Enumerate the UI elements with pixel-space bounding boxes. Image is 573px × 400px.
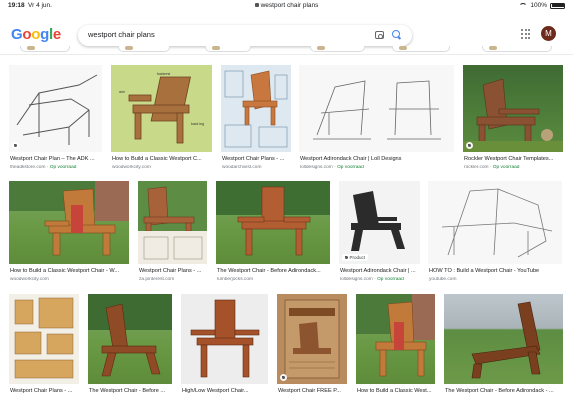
avatar[interactable]: M (541, 26, 556, 41)
result-source: lolldesigns.com · Op voorraad (340, 277, 404, 282)
filter-chip[interactable] (118, 46, 170, 52)
wifi-icon (519, 2, 528, 9)
filter-chip[interactable] (310, 46, 365, 52)
result-source: woodworkcity.com (10, 277, 49, 282)
result-image[interactable] (299, 65, 454, 152)
result-tile[interactable]: The Westport Chair - Before ... (88, 294, 172, 400)
battery-percent: 100% (530, 2, 547, 9)
result-tile[interactable]: Westport Chair Plan – The ADK ... theadk… (9, 65, 102, 177)
result-image[interactable] (88, 294, 172, 384)
result-tile[interactable]: High/Low Westport Chair... (181, 294, 268, 400)
result-tile[interactable]: Westport Chair Plans - ... (9, 294, 79, 400)
result-image[interactable] (463, 65, 563, 152)
result-source: za.pinterest.com (139, 277, 175, 282)
filter-chip[interactable] (20, 46, 70, 52)
result-caption[interactable]: Westport Chair Plans - ... (139, 268, 208, 274)
result-caption[interactable]: The Westport Chair - Before ... (89, 388, 173, 394)
result-source: theadkstore.com · Op voorraad (10, 165, 77, 170)
filter-chips (0, 46, 573, 54)
tag-icon (12, 142, 19, 149)
camera-icon[interactable] (375, 31, 384, 39)
result-tile[interactable]: Westport Adirondack Chair | Loll Designs… (299, 65, 454, 177)
result-image[interactable]: backrest arm back leg (111, 65, 212, 152)
apps-icon[interactable] (521, 29, 531, 39)
result-image[interactable] (277, 294, 347, 384)
result-tile[interactable]: How to Build a Classic Westport Chair - … (9, 181, 129, 291)
result-image[interactable] (9, 294, 79, 384)
result-caption[interactable]: Westport Adirondack Chair | Loll Designs (300, 156, 455, 162)
tag-icon (466, 142, 473, 149)
filter-chip[interactable] (482, 46, 552, 52)
google-logo[interactable]: Google (11, 26, 61, 43)
search-input[interactable]: westport chair plans (88, 30, 155, 39)
svg-text:arm: arm (119, 90, 125, 94)
result-source: lumberjocks.com (217, 277, 253, 282)
result-tile[interactable]: How to Build a Classic West... (356, 294, 435, 400)
result-source: youtube.com (429, 277, 457, 282)
result-image[interactable] (356, 294, 435, 384)
result-caption[interactable]: Rockler Westport Chair Templates... (464, 156, 564, 162)
result-caption[interactable]: Westport Adirondack Chair | ... (340, 268, 421, 274)
result-image[interactable] (428, 181, 562, 264)
search-icon[interactable] (392, 30, 402, 40)
result-tile[interactable]: Westport Chair Plans - ... za.pinterest.… (138, 181, 207, 291)
result-image[interactable] (9, 65, 102, 152)
result-image[interactable] (138, 181, 207, 264)
result-image[interactable] (181, 294, 268, 384)
filter-chip[interactable] (205, 46, 251, 52)
result-caption[interactable]: The Westport Chair - Before Adirondack..… (217, 268, 331, 274)
address-bar[interactable]: westport chair plans (0, 2, 573, 9)
result-tile[interactable]: Westport Chair Plans - ... woodarchivist… (221, 65, 291, 177)
filter-chip[interactable] (392, 46, 450, 52)
search-box[interactable]: westport chair plans (78, 25, 412, 46)
result-caption[interactable]: How to Build a Classic Westport C... (112, 156, 213, 162)
svg-text:backrest: backrest (157, 72, 170, 76)
battery-icon (550, 2, 565, 9)
result-source: lolldesigns.com · Op voorraad (300, 165, 364, 170)
tag-icon (280, 374, 287, 381)
result-source: woodarchivist.com (222, 165, 262, 170)
result-caption[interactable]: Westport Chair Plan – The ADK ... (10, 156, 103, 162)
address-text: westport chair plans (260, 2, 319, 9)
header-divider (0, 54, 573, 55)
result-caption[interactable]: Westport Chair FREE P... (278, 388, 348, 394)
result-caption[interactable]: High/Low Westport Chair... (182, 388, 269, 394)
lock-icon (254, 3, 259, 8)
result-image[interactable]: Product (339, 181, 420, 264)
result-caption[interactable]: Westport Chair Plans - ... (10, 388, 80, 394)
svg-text:back leg: back leg (191, 122, 204, 126)
result-caption[interactable]: How to Build a Classic West... (357, 388, 436, 394)
result-caption[interactable]: The Westport Chair - Before Adirondack -… (445, 388, 564, 394)
result-tile[interactable]: Rockler Westport Chair Templates... rock… (463, 65, 563, 177)
result-tile[interactable]: backrest arm back leg How to Build a Class… (111, 65, 212, 177)
status-bar: 19:18 Vr 4 jun. westport chair plans 100… (0, 0, 573, 12)
result-image[interactable] (444, 294, 563, 384)
result-image[interactable] (216, 181, 330, 264)
result-image[interactable] (9, 181, 129, 264)
result-source: rockler.com · Op voorraad (464, 165, 520, 170)
result-tile[interactable]: Westport Chair FREE P... (277, 294, 347, 400)
status-right: 100% (519, 2, 565, 9)
result-caption[interactable]: Westport Chair Plans - ... (222, 156, 292, 162)
result-caption[interactable]: HOW TO : Build a Westport Chair - YouTub… (429, 268, 563, 274)
result-tile[interactable]: The Westport Chair - Before Adirondack -… (444, 294, 563, 400)
result-tile[interactable]: The Westport Chair - Before Adirondack..… (216, 181, 330, 291)
result-tile[interactable]: HOW TO : Build a Westport Chair - YouTub… (428, 181, 562, 291)
result-image[interactable] (221, 65, 291, 152)
result-source: woodworkcity.com (112, 165, 151, 170)
product-badge: Product (342, 254, 369, 261)
result-caption[interactable]: How to Build a Classic Westport Chair - … (10, 268, 130, 274)
result-tile[interactable]: Product Westport Adirondack Chair | ... … (339, 181, 420, 291)
